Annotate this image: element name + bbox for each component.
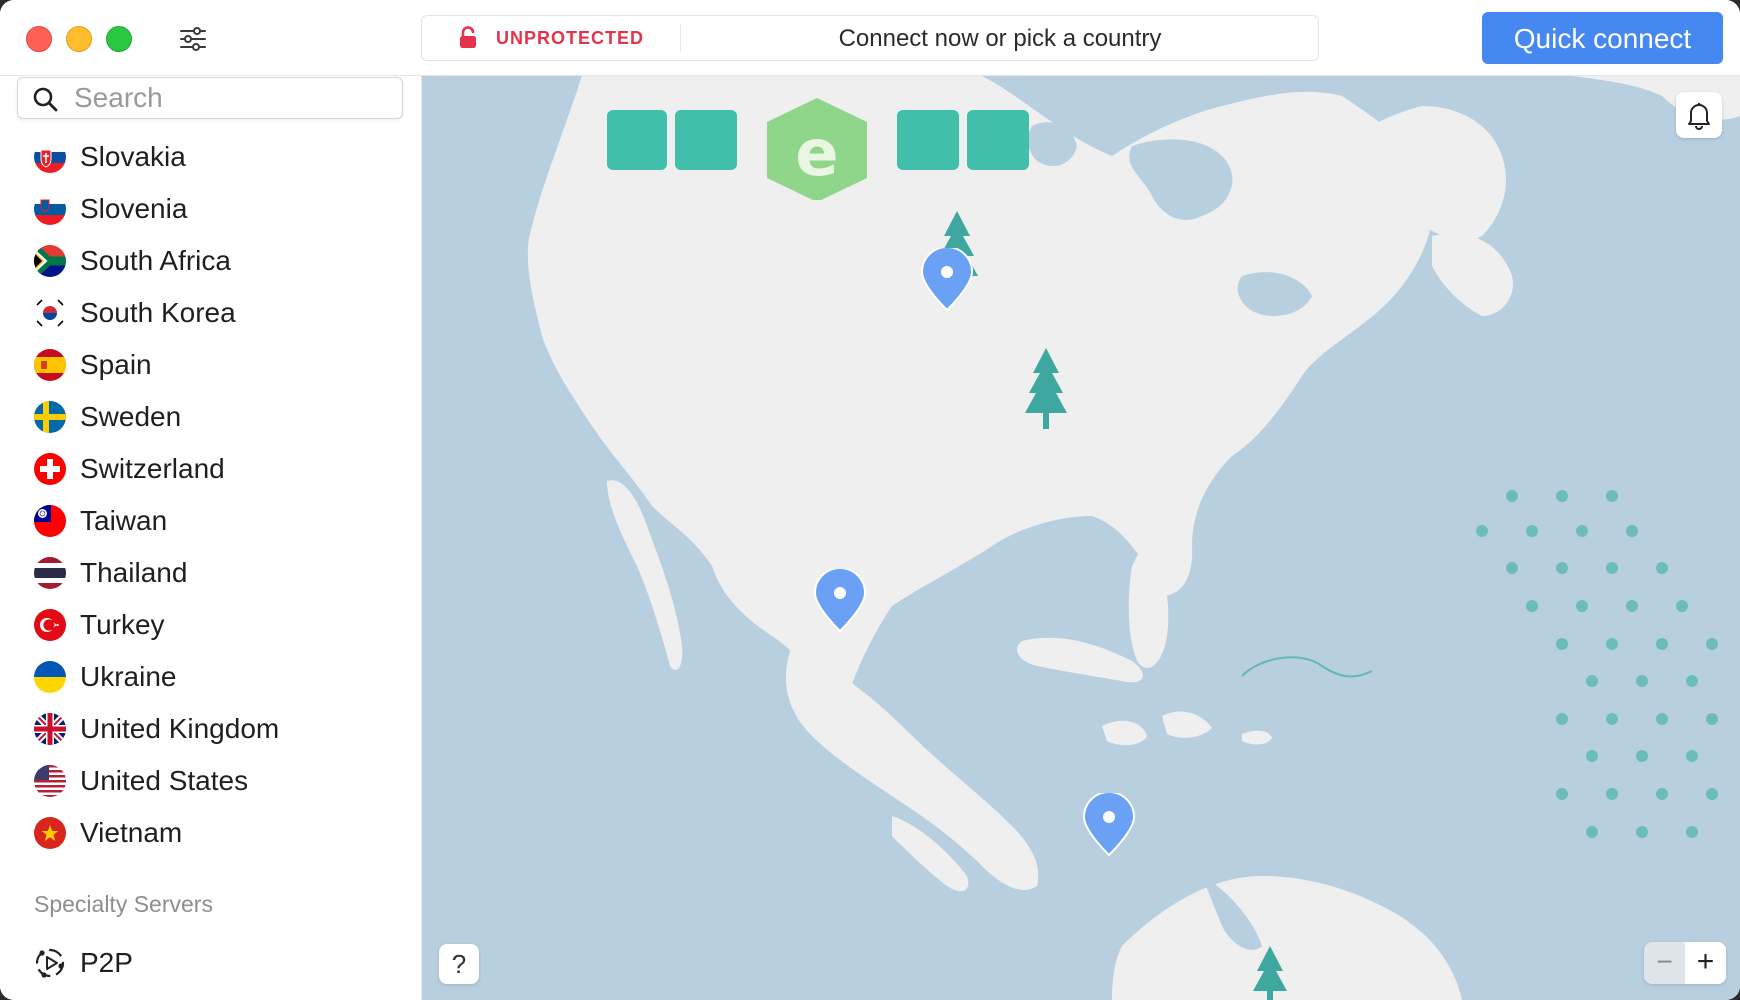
- country-name: Turkey: [80, 609, 165, 640]
- maximize-window-button[interactable]: [106, 26, 132, 52]
- country-item-thailand[interactable]: Thailand: [0, 547, 421, 599]
- zoom-controls: − +: [1644, 942, 1726, 984]
- country-name: Thailand: [80, 557, 188, 588]
- title-bar: UNPROTECTED Connect now or pick a countr…: [0, 0, 1740, 76]
- spain-flag-icon: [34, 349, 66, 381]
- search-input[interactable]: [72, 80, 396, 116]
- country-name: United Kingdom: [80, 713, 280, 744]
- unlocked-padlock-icon: [460, 26, 476, 48]
- country-name: Taiwan: [80, 505, 168, 536]
- united-states-flag-icon: [34, 765, 66, 797]
- location-pin[interactable]: [813, 569, 867, 633]
- turkey-flag-icon: [34, 609, 66, 641]
- country-list: Slovakia Slovenia South Africa South Kor…: [0, 131, 421, 859]
- south-africa-flag-icon: [34, 245, 66, 277]
- thailand-flag-icon: [34, 557, 66, 589]
- p2p-label: P2P: [80, 947, 133, 978]
- svg-text:e: e: [795, 117, 838, 191]
- country-item-south-africa[interactable]: South Africa: [0, 235, 421, 287]
- country-item-ukraine[interactable]: Ukraine: [0, 651, 421, 703]
- country-item-vietnam[interactable]: Vietnam: [0, 807, 421, 859]
- filter-settings-icon[interactable]: [178, 24, 208, 54]
- connection-status-bar[interactable]: UNPROTECTED Connect now or pick a countr…: [421, 15, 1319, 61]
- switzerland-flag-icon: [34, 453, 66, 485]
- country-item-sweden[interactable]: Sweden: [0, 391, 421, 443]
- country-name: South Africa: [80, 245, 231, 276]
- close-window-button[interactable]: [26, 26, 52, 52]
- bell-icon: [1688, 103, 1710, 130]
- country-item-united-kingdom[interactable]: United Kingdom: [0, 703, 421, 755]
- connect-hint: Connect now or pick a country: [838, 25, 1162, 52]
- server-map[interactable]: e ? − +: [422, 76, 1740, 1000]
- location-pin[interactable]: [1082, 793, 1136, 857]
- vietnam-flag-icon: [34, 817, 66, 849]
- search-icon: [33, 87, 58, 112]
- country-item-taiwan[interactable]: Taiwan: [0, 495, 421, 547]
- minimize-window-button[interactable]: [66, 26, 92, 52]
- south-korea-flag-icon: [34, 297, 66, 329]
- united-kingdom-flag-icon: [34, 713, 66, 745]
- app-window: UNPROTECTED Connect now or pick a countr…: [0, 0, 1740, 1000]
- country-name: Slovenia: [80, 193, 188, 224]
- country-name: Switzerland: [80, 453, 225, 484]
- country-item-slovakia[interactable]: Slovakia: [0, 131, 421, 183]
- country-item-united-states[interactable]: United States: [0, 755, 421, 807]
- country-name: Ukraine: [80, 661, 177, 692]
- specialty-item-p2p[interactable]: P2P: [0, 936, 421, 988]
- country-name: Vietnam: [80, 817, 183, 848]
- sweden-flag-icon: [34, 401, 66, 433]
- country-item-spain[interactable]: Spain: [0, 339, 421, 391]
- p2p-icon: [35, 948, 65, 978]
- ukraine-flag-icon: [34, 661, 66, 693]
- status-divider: [680, 24, 681, 52]
- country-name: South Korea: [80, 297, 236, 328]
- country-sidebar: Slovakia Slovenia South Africa: [0, 76, 422, 1000]
- taiwan-flag-icon: [34, 505, 66, 537]
- country-item-slovenia[interactable]: Slovenia: [0, 183, 421, 235]
- map-landmass: [527, 76, 1740, 1000]
- location-pin[interactable]: [920, 248, 974, 312]
- country-item-turkey[interactable]: Turkey: [0, 599, 421, 651]
- watermark-logo: e: [607, 98, 1029, 200]
- country-name: Sweden: [80, 401, 182, 432]
- country-item-south-korea[interactable]: South Korea: [0, 287, 421, 339]
- country-name: Slovakia: [80, 141, 186, 172]
- quick-connect-button[interactable]: Quick connect: [1482, 12, 1723, 64]
- slovenia-flag-icon: [34, 193, 66, 225]
- specialty-servers-heading: Specialty Servers: [34, 891, 213, 917]
- notifications-button[interactable]: [1676, 92, 1722, 138]
- slovakia-flag-icon: [34, 141, 66, 173]
- country-name: Spain: [80, 349, 152, 380]
- help-button[interactable]: ?: [439, 944, 479, 984]
- protection-status: UNPROTECTED: [496, 28, 645, 48]
- country-item-switzerland[interactable]: Switzerland: [0, 443, 421, 495]
- search-box[interactable]: [17, 77, 403, 119]
- zoom-out-button[interactable]: −: [1644, 942, 1685, 984]
- country-name: United States: [80, 765, 249, 796]
- zoom-in-button[interactable]: +: [1685, 942, 1726, 984]
